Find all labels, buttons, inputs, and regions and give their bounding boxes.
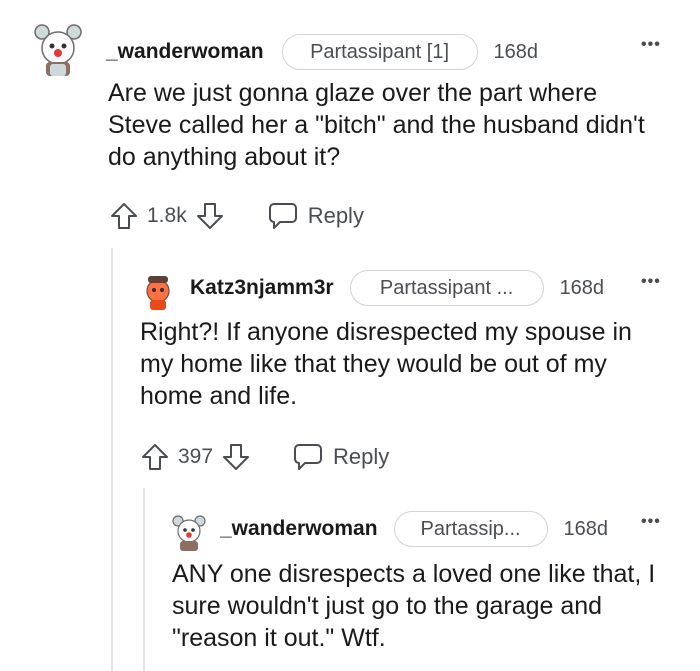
user-flair: Partassipant ...	[349, 270, 544, 306]
username[interactable]: Katz3njamm3r	[190, 276, 334, 300]
comment-body: ANY one disrespects a loved one like tha…	[172, 560, 656, 652]
comment-2: Katz3njamm3r Partassipant ... 168d ••• R…	[0, 248, 700, 488]
comment-meta: _wanderwoman Partassipant [1] 168d	[106, 34, 538, 70]
vote-count: 1.8k	[147, 204, 187, 227]
vote-count: 397	[178, 445, 214, 468]
comment-1: _wanderwoman Partassipant [1] 168d ••• A…	[0, 0, 700, 248]
snoo-avatar-icon[interactable]	[172, 512, 206, 552]
snoo-avatar-icon[interactable]	[142, 272, 174, 312]
reply-label: Reply	[307, 203, 364, 228]
more-options-icon[interactable]: •••	[641, 513, 661, 531]
reply-button[interactable]: Reply	[293, 443, 389, 471]
downvote-icon[interactable]	[221, 442, 251, 472]
comment-meta: _wanderwoman Partassip... 168d	[220, 511, 608, 547]
comment-age: 168d	[493, 40, 539, 63]
more-options-icon[interactable]: •••	[641, 36, 661, 54]
reply-icon	[293, 443, 323, 471]
username[interactable]: _wanderwoman	[106, 40, 264, 64]
comment-age: 168d	[563, 517, 609, 540]
downvote-icon[interactable]	[195, 201, 225, 231]
username[interactable]: _wanderwoman	[220, 517, 378, 541]
comment-body: Are we just gonna glaze over the part wh…	[108, 79, 645, 171]
user-flair: Partassipant [1]	[281, 34, 478, 70]
comment-actions: 397 Reply	[140, 440, 389, 474]
comment-3: _wanderwoman Partassip... 168d ••• ANY o…	[0, 488, 700, 671]
comment-age: 168d	[559, 276, 605, 299]
reply-label: Reply	[333, 444, 390, 469]
upvote-icon[interactable]	[109, 201, 139, 231]
comment-actions: 1.8k Reply	[109, 199, 364, 233]
reply-button[interactable]: Reply	[268, 202, 364, 230]
reply-icon	[268, 202, 298, 230]
comment-meta: Katz3njamm3r Partassipant ... 168d	[190, 270, 604, 306]
more-options-icon[interactable]: •••	[641, 273, 661, 291]
upvote-icon[interactable]	[140, 442, 170, 472]
user-flair: Partassip...	[393, 511, 548, 547]
snoo-avatar-icon[interactable]	[34, 20, 82, 78]
comment-body: Right?! If anyone disrespected my spouse…	[140, 318, 632, 410]
